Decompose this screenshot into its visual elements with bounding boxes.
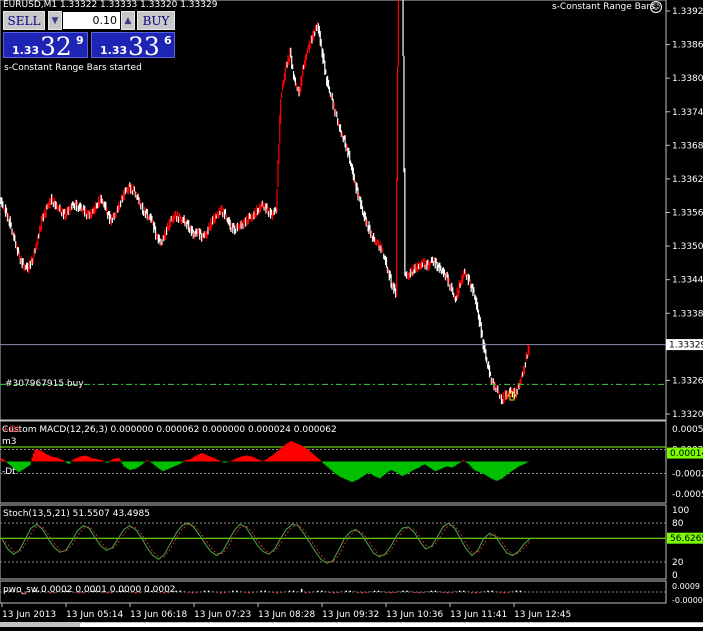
pwo-axis: 0.0009 -0.00008 bbox=[672, 582, 703, 605]
lot-size-input[interactable] bbox=[63, 12, 120, 29]
macd-tick-label: 0.00054 bbox=[672, 425, 703, 435]
time-tick-label: 13 Jun 12:45 bbox=[514, 610, 571, 620]
stoch-tick-label: 80 bbox=[672, 519, 684, 529]
order-label: #307967915 buy bbox=[5, 379, 84, 389]
scrollbar-track[interactable] bbox=[80, 623, 703, 627]
stoch-signal-line bbox=[1, 523, 531, 563]
pwo-title: pwo_sw 0.0002 0.0001 0.0000 0.0002 bbox=[3, 585, 176, 595]
time-tick-label: 13 Jun 05:14 bbox=[66, 610, 123, 620]
sell-button[interactable]: SELL bbox=[3, 11, 45, 30]
stoch-tick-label: 20 bbox=[672, 558, 684, 568]
lot-increase-button[interactable]: ▲ bbox=[121, 11, 135, 30]
price-tick-label: 1.33745 bbox=[672, 108, 703, 118]
price-candles bbox=[0, 0, 530, 405]
sell-price-pip: 9 bbox=[76, 34, 84, 47]
price-tick-label: 1.33205 bbox=[672, 410, 703, 420]
macd-axis: 0.000540.0002-0.0002-0.000540.00014 bbox=[667, 425, 703, 500]
time-tick-label: 13 Jun 08:28 bbox=[258, 610, 315, 620]
price-tick-label: 1.33865 bbox=[672, 41, 703, 51]
symbol-info: EURUSD,M1 1.33322 1.33333 1.33320 1.3332… bbox=[3, 0, 218, 10]
sell-price-big: 32 bbox=[40, 32, 72, 61]
price-tick-label: 1.33385 bbox=[672, 309, 703, 319]
stoch-current-label: 56.6265 bbox=[670, 534, 703, 544]
pwo-tick-label: -0.00008 bbox=[672, 596, 703, 605]
sell-price-quote[interactable]: 1.33 32 9 bbox=[3, 32, 88, 61]
time-tick-label: 13 Jun 11:41 bbox=[450, 610, 507, 620]
buy-price-prefix: 1.33 bbox=[100, 44, 128, 57]
time-tick-label: 13 Jun 10:36 bbox=[386, 610, 443, 620]
one-click-trading-panel: SELL ▼ ▲ BUY 1.33 32 9 1.33 33 6 bbox=[3, 11, 175, 61]
buy-button[interactable]: BUY bbox=[137, 11, 175, 30]
stoch-levels bbox=[0, 522, 666, 563]
buy-price-big: 33 bbox=[128, 32, 160, 61]
buy-price-quote[interactable]: 1.33 33 6 bbox=[91, 32, 175, 61]
stoch-axis: 100 80 20 0 56.6265 bbox=[667, 506, 703, 581]
time-tick-label: 13 Jun 07:23 bbox=[194, 610, 251, 620]
macd-m3-label: m3 bbox=[2, 437, 17, 447]
price-axis: 1.33925 1.33865 1.33805 1.33745 1.33685 1.336… bbox=[666, 7, 703, 420]
macd-current-label: 0.00014 bbox=[670, 449, 703, 459]
macd-dt-top: +Dt bbox=[2, 425, 20, 435]
time-tick-label: 13 Jun 06:18 bbox=[130, 610, 187, 620]
macd-title: Custom MACD(12,26,3) 0.000000 0.000062 0… bbox=[2, 425, 337, 435]
horizontal-scrollbar[interactable] bbox=[0, 622, 703, 627]
pwo-tick-label: 0.0009 bbox=[672, 582, 700, 591]
chart-window[interactable]: 1.339251.338651.338051.337451.336851.336… bbox=[0, 0, 703, 627]
lot-decrease-button[interactable]: ▼ bbox=[48, 11, 62, 30]
macd-tick-label: -0.00054 bbox=[672, 490, 703, 500]
stoch-tick-label: 100 bbox=[672, 506, 689, 516]
time-axis: 13 Jun 2013 13 Jun 05:14 13 Jun 06:18 13 Ju… bbox=[1, 603, 571, 620]
macd-tick-label: -0.0002 bbox=[672, 470, 703, 480]
buy-price-pip: 6 bbox=[164, 34, 172, 47]
smiley-face-icon[interactable]: ☺ bbox=[650, 1, 662, 13]
price-tick-label: 1.33805 bbox=[672, 74, 703, 84]
price-tick-label: 1.33625 bbox=[672, 175, 703, 185]
price-tick-label: 1.33445 bbox=[672, 276, 703, 286]
price-tick-label: 1.33685 bbox=[672, 141, 703, 151]
status-text: s-Constant Range Bars started bbox=[4, 63, 142, 73]
price-tick-label: 1.33265 bbox=[672, 376, 703, 386]
time-tick-label: 13 Jun 09:32 bbox=[322, 610, 379, 620]
stoch-main-line bbox=[1, 522, 531, 564]
stoch-title: Stoch(13,5,21) 51.5507 43.4985 bbox=[3, 509, 150, 519]
indicator-name: s-Constant Range Bars bbox=[552, 2, 655, 12]
chart-canvas[interactable]: 1.339251.338651.338051.337451.336851.336… bbox=[0, 0, 703, 627]
current-price-label: 1.33329 bbox=[669, 341, 703, 351]
sell-price-prefix: 1.33 bbox=[12, 44, 40, 57]
stoch-tick-label: 0 bbox=[672, 571, 678, 581]
time-tick-label: 13 Jun 2013 bbox=[2, 610, 56, 620]
price-tick-label: 1.33925 bbox=[672, 7, 703, 17]
macd-dt-bottom: -Dt bbox=[2, 467, 16, 477]
price-tick-label: 1.33505 bbox=[672, 242, 703, 252]
price-tick-label: 1.33565 bbox=[672, 209, 703, 219]
